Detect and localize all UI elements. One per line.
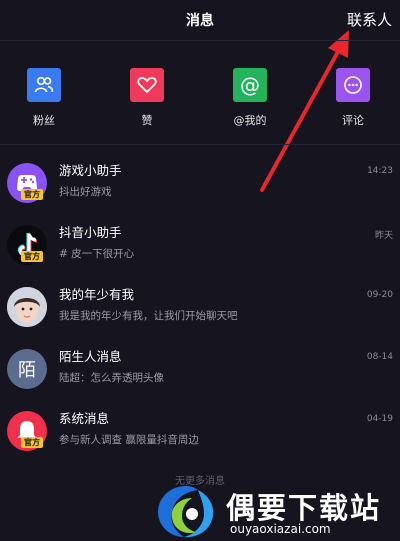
message-preview: # 皮一下很开心 [59, 248, 135, 260]
header-divider [0, 40, 400, 41]
message-name: 游戏小助手 [59, 163, 122, 178]
watermark-logo-icon [158, 486, 214, 538]
message-time: 14:23 [367, 166, 393, 176]
official-badge: 官方 [21, 189, 43, 200]
quick-action-mentions[interactable]: @ @我的 [220, 68, 280, 128]
heart-icon [130, 68, 164, 102]
message-name: 抖音小助手 [59, 225, 122, 240]
message-row-game-assistant[interactable]: 官方 游戏小助手 抖出好游戏 14:23 [0, 156, 400, 218]
quick-action-fans[interactable]: 粉丝 [14, 68, 74, 128]
user-avatar [7, 287, 47, 327]
quick-action-label: 赞 [141, 114, 153, 127]
strangers-avatar: 陌 [7, 349, 47, 389]
fans-icon [27, 68, 61, 102]
watermark-title: 偶要下载站 [226, 491, 382, 525]
comment-icon [336, 68, 370, 102]
quick-action-likes[interactable]: 赞 [117, 68, 177, 128]
top-bar: 消息 联系人 [0, 0, 400, 40]
contacts-button[interactable]: 联系人 [347, 9, 392, 30]
watermark-url: ouyaoxiazai.com [230, 522, 331, 536]
quick-action-label: 评论 [342, 114, 364, 127]
message-time: 昨天 [374, 231, 393, 241]
section-divider [0, 144, 400, 145]
message-time: 08-14 [366, 352, 393, 362]
message-row-user[interactable]: 我的年少有我 我是我的年少有我，让我们开始聊天吧 09-20 [0, 280, 400, 342]
message-time: 09-20 [366, 290, 393, 300]
message-preview: 我是我的年少有我，让我们开始聊天吧 [59, 310, 238, 322]
quick-action-label: 粉丝 [33, 114, 55, 127]
message-name: 系统消息 [59, 411, 110, 426]
page-title: 消息 [186, 13, 214, 29]
at-icon: @ [233, 68, 267, 102]
official-badge: 官方 [21, 251, 43, 262]
message-name: 我的年少有我 [59, 287, 135, 302]
watermark: 偶要下载站 ouyaoxiazai.com [150, 482, 400, 541]
message-name: 陌生人消息 [59, 349, 122, 364]
message-preview: 抖出好游戏 [59, 186, 112, 198]
quick-action-comments[interactable]: 评论 [323, 68, 383, 128]
official-badge: 官方 [21, 437, 43, 448]
message-preview: 参与新人调查 赢限量抖音周边 [59, 434, 199, 446]
message-row-system[interactable]: 官方 系统消息 参与新人调查 赢限量抖音周边 04-19 [0, 404, 400, 466]
message-preview: 陆超：怎么弄透明头像 [59, 372, 164, 384]
message-row-douyin-assistant[interactable]: 官方 抖音小助手 # 皮一下很开心 昨天 [0, 218, 400, 280]
message-row-strangers[interactable]: 陌 陌生人消息 陆超：怎么弄透明头像 08-14 [0, 342, 400, 404]
quick-action-label: @我的 [233, 114, 267, 127]
message-time: 04-19 [366, 414, 393, 424]
